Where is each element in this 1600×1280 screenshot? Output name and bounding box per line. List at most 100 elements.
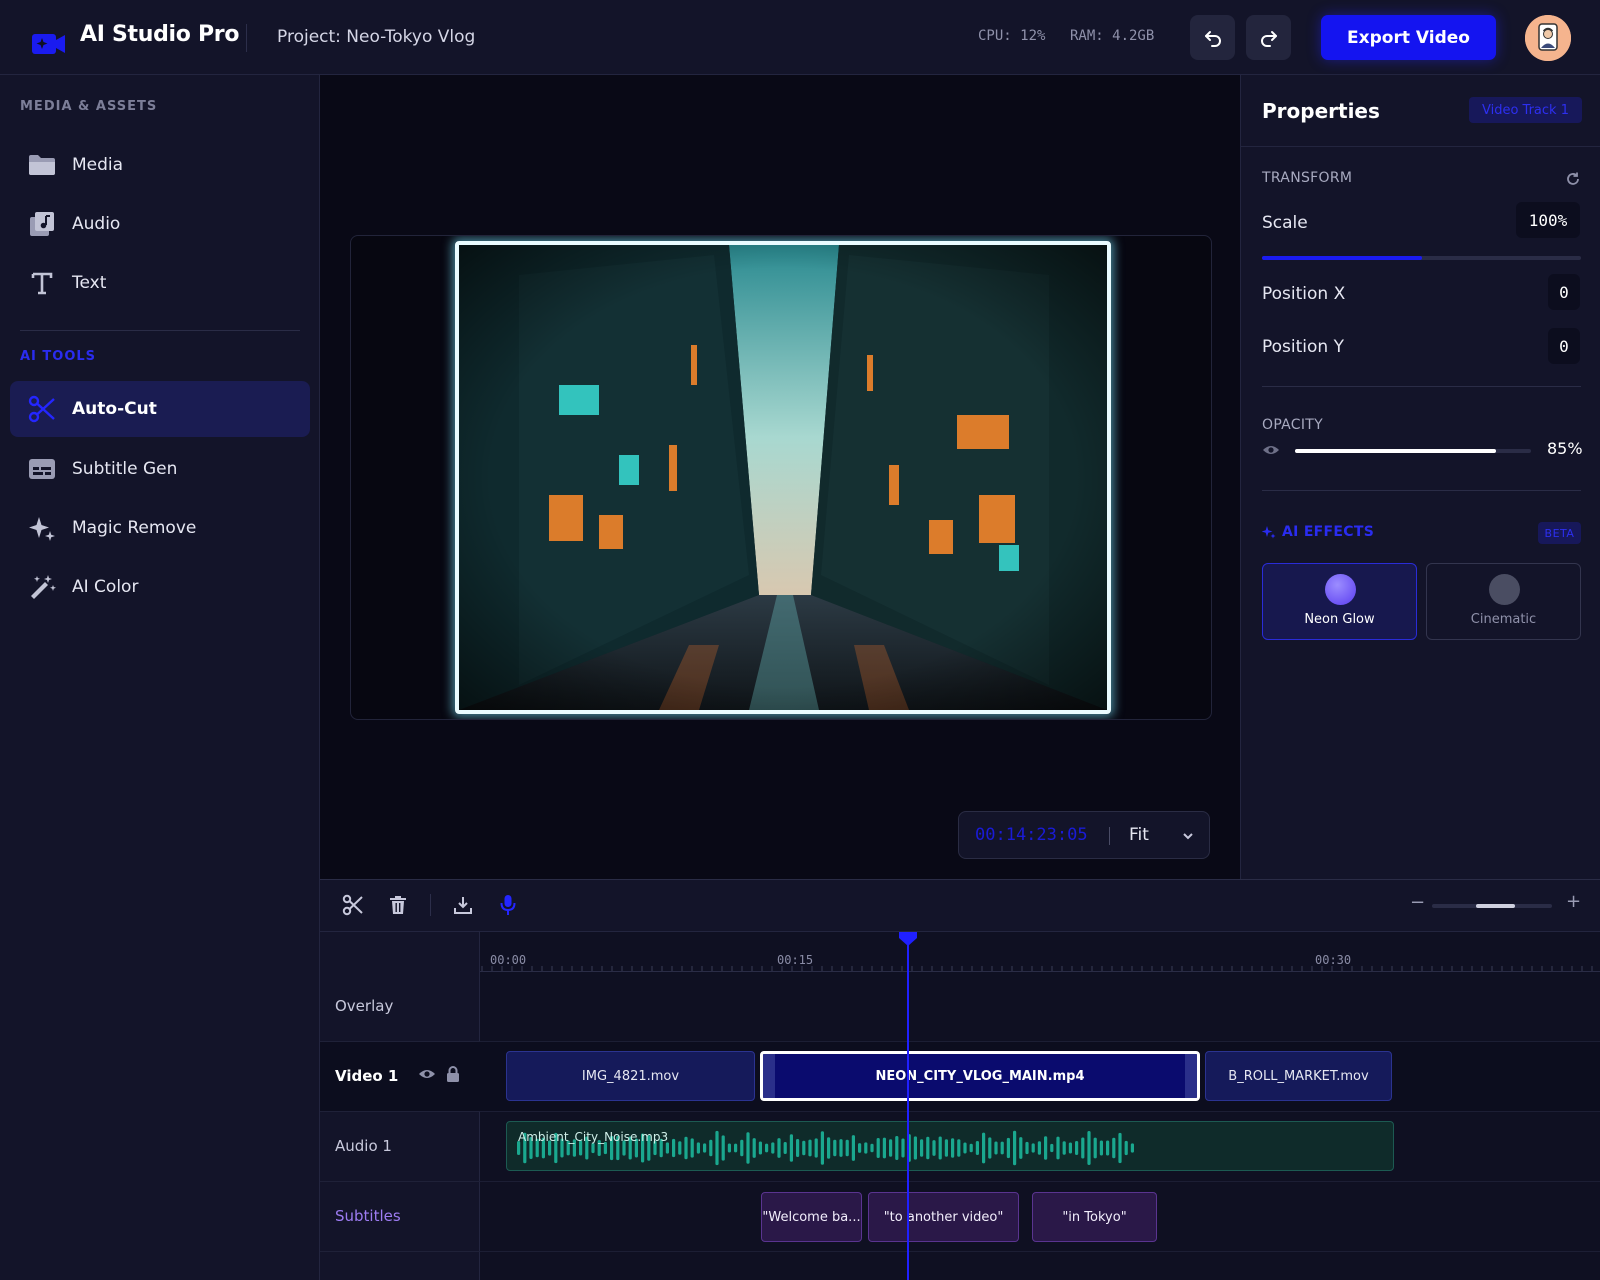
track-name: Subtitles <box>335 1207 401 1225</box>
header-divider <box>246 24 247 52</box>
waveform-bar <box>1006 1137 1010 1159</box>
waveform-bar <box>727 1143 731 1153</box>
waveform-bar <box>1130 1143 1134 1153</box>
waveform-bar <box>777 1138 781 1158</box>
opacity-value: 85% <box>1547 439 1583 458</box>
clip-trim-handle-left[interactable] <box>763 1054 775 1098</box>
video-preview-frame[interactable] <box>350 235 1212 720</box>
user-avatar[interactable] <box>1525 15 1571 61</box>
audio-clip[interactable]: Ambient_City_Noise.mp3 <box>506 1121 1394 1171</box>
waveform-bar <box>1044 1136 1048 1160</box>
waveform-bar <box>672 1138 676 1158</box>
video-clip-selected[interactable]: NEON_CITY_VLOG_MAIN.mp4 <box>760 1051 1200 1101</box>
app-title: AI Studio Pro <box>80 22 240 47</box>
sidebar-item-magic-remove[interactable]: Magic Remove <box>10 500 310 556</box>
left-sidebar: MEDIA & ASSETS Media Audio Text AI TOOLS… <box>0 75 320 1280</box>
waveform-bar <box>969 1143 973 1153</box>
waveform-bar <box>876 1137 880 1159</box>
ruler-label: 00:00 <box>490 953 527 967</box>
zoom-in-button[interactable]: + <box>1566 891 1581 912</box>
sidebar-item-subtitle-gen[interactable]: Subtitle Gen <box>10 441 310 497</box>
effect-swatch <box>1325 574 1356 605</box>
delete-button[interactable] <box>385 892 411 918</box>
position-y-input[interactable]: 0 <box>1548 328 1580 364</box>
waveform-bar <box>1106 1140 1110 1156</box>
waveform-bar <box>752 1138 756 1158</box>
timeline-zoom-slider[interactable] <box>1432 904 1552 908</box>
zoom-out-button[interactable]: − <box>1410 892 1425 913</box>
voiceover-button[interactable] <box>495 892 521 918</box>
scissors-icon <box>26 393 58 425</box>
waveform-bar <box>796 1139 800 1157</box>
ai-tools-heading: AI TOOLS <box>20 349 97 364</box>
eye-icon[interactable] <box>1262 443 1280 457</box>
sidebar-item-text[interactable]: Text <box>10 255 310 311</box>
opacity-slider[interactable] <box>1295 449 1531 453</box>
track-name: Audio 1 <box>335 1137 392 1155</box>
effect-neon-glow[interactable]: Neon Glow <box>1262 563 1417 640</box>
waveform-bar <box>938 1136 942 1160</box>
position-x-input[interactable]: 0 <box>1548 274 1580 310</box>
clip-trim-handle-right[interactable] <box>1185 1054 1197 1098</box>
waveform-bar <box>975 1141 979 1155</box>
project-name[interactable]: Project: Neo-Tokyo Vlog <box>277 27 475 47</box>
waveform-bar <box>684 1136 688 1160</box>
waveform-bar <box>758 1141 762 1155</box>
lock-icon[interactable] <box>446 1066 460 1083</box>
scale-slider[interactable] <box>1262 256 1581 260</box>
time-ruler[interactable]: 00:00 00:15 00:30 <box>480 932 1600 972</box>
waveform-bar <box>1013 1130 1017 1166</box>
subtitle-clip[interactable]: "Welcome ba... <box>761 1192 862 1242</box>
undo-button[interactable] <box>1190 15 1235 60</box>
waveform-bar <box>932 1140 936 1156</box>
position-x-label: Position X <box>1262 284 1346 304</box>
subtitle-clip[interactable]: "to another video" <box>868 1192 1019 1242</box>
redo-icon <box>1260 30 1277 47</box>
redo-button[interactable] <box>1246 15 1291 60</box>
track-header-overlay[interactable]: Overlay <box>320 972 480 1042</box>
lane-subtitles[interactable]: "Welcome ba... "to another video" "in To… <box>480 1182 1600 1252</box>
toolbar-divider <box>430 894 431 916</box>
sidebar-item-audio[interactable]: Audio <box>10 196 310 252</box>
split-tool-button[interactable] <box>340 892 366 918</box>
lane-overlay[interactable] <box>480 972 1600 1042</box>
zoom-select[interactable]: Fit <box>1129 825 1149 845</box>
scale-slider-fill <box>1262 256 1422 260</box>
sidebar-item-ai-color[interactable]: AI Color <box>10 559 310 615</box>
waveform-bar <box>783 1141 787 1155</box>
opacity-heading: OPACITY <box>1262 417 1324 433</box>
lane-video-1[interactable]: IMG_4821.mov NEON_CITY_VLOG_MAIN.mp4 B_R… <box>480 1042 1600 1112</box>
track-header-subtitles[interactable]: Subtitles <box>320 1182 480 1252</box>
waveform-bar <box>1099 1140 1103 1156</box>
timecode-display: 00:14:23:05 <box>975 825 1088 845</box>
effect-cinematic[interactable]: Cinematic <box>1426 563 1581 640</box>
import-button[interactable] <box>450 892 476 918</box>
track-header-video-1[interactable]: Video 1 <box>320 1042 480 1112</box>
timeline-panel: − + Overlay Video 1 Audio 1 Subtitles 00… <box>320 879 1600 1280</box>
timeline-canvas[interactable]: 00:00 00:15 00:30 IMG_4821.mov NEON_CITY… <box>480 932 1600 1280</box>
chevron-down-icon[interactable] <box>1181 829 1195 843</box>
waveform-bar <box>870 1143 874 1153</box>
eye-icon[interactable] <box>418 1067 436 1081</box>
ruler-label: 00:30 <box>1315 953 1352 967</box>
waveform-bar <box>808 1139 812 1157</box>
waveform-bar <box>740 1139 744 1157</box>
video-clip[interactable]: B_ROLL_MARKET.mov <box>1205 1051 1392 1101</box>
subtitle-clip[interactable]: "in Tokyo" <box>1032 1192 1157 1242</box>
reset-icon[interactable] <box>1565 171 1581 187</box>
waveform-bar <box>1087 1130 1091 1166</box>
playhead-handle[interactable] <box>897 932 919 946</box>
scissors-icon <box>342 894 363 916</box>
sidebar-item-auto-cut[interactable]: Auto-Cut <box>10 381 310 437</box>
export-video-button[interactable]: Export Video <box>1321 15 1496 60</box>
scale-input[interactable]: 100% <box>1516 202 1580 238</box>
music-library-icon <box>26 208 58 240</box>
zoom-slider-thumb[interactable] <box>1476 904 1515 908</box>
lane-audio-1[interactable]: Ambient_City_Noise.mp3 <box>480 1112 1600 1182</box>
playhead[interactable] <box>907 932 909 1280</box>
track-header-audio-1[interactable]: Audio 1 <box>320 1112 480 1182</box>
video-clip[interactable]: IMG_4821.mov <box>506 1051 755 1101</box>
sidebar-item-media[interactable]: Media <box>10 137 310 193</box>
waveform-bar <box>957 1139 961 1157</box>
waveform-bar <box>1000 1141 1004 1155</box>
